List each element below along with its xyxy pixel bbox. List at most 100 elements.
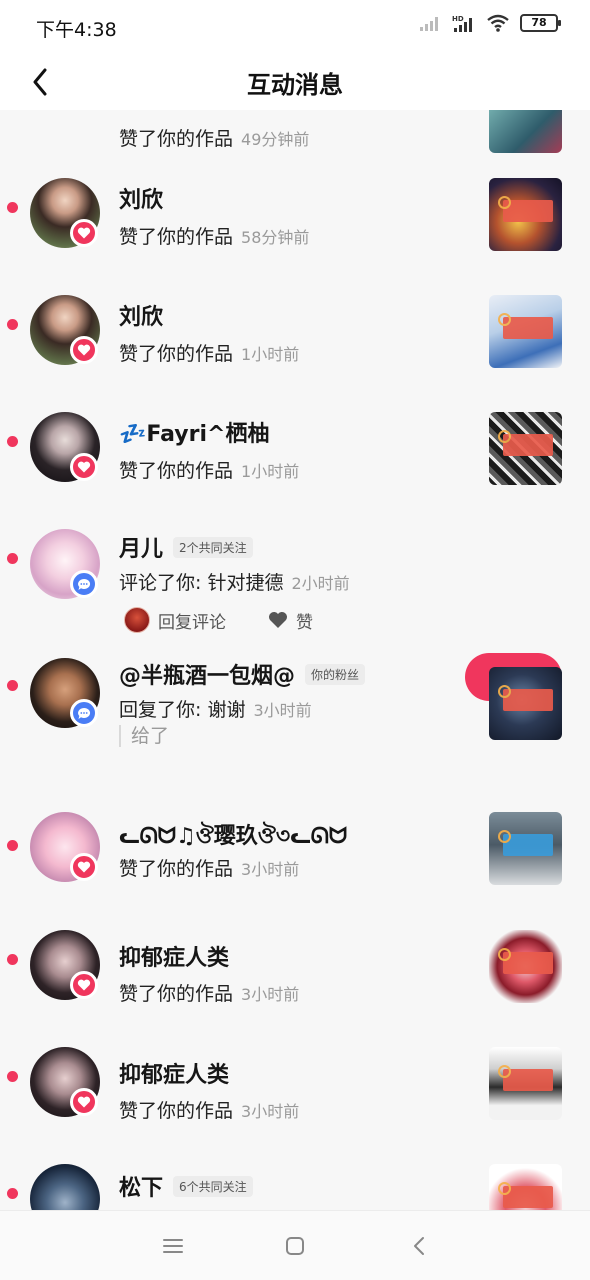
action-line: 赞了你的作品 1小时前 xyxy=(119,456,299,483)
action-text: 赞了你的作品 xyxy=(119,858,234,880)
comment-badge-icon xyxy=(70,699,98,727)
work-thumbnail[interactable] xyxy=(489,178,562,251)
reply-line: 回复评论 赞 xyxy=(124,607,313,633)
message-item[interactable]: ᓚᘏᗢ♫ঔ璎玖ঔ৩ᓚᘏᗢ 赞了你的作品 3小时前 xyxy=(0,802,590,902)
timestamp: 2小时前 xyxy=(291,574,350,593)
my-avatar xyxy=(124,607,150,633)
thumbnail-stamp xyxy=(498,1182,553,1208)
message-item[interactable]: 刘欣 赞了你的作品 1小时前 xyxy=(0,287,590,404)
timestamp: 3小时前 xyxy=(241,860,300,879)
user-name[interactable]: 刘欣 xyxy=(119,299,163,331)
menu-key[interactable] xyxy=(158,1231,188,1261)
action-text: 赞了你的作品 xyxy=(119,460,234,482)
name-line: 抑郁症人类 xyxy=(119,1057,229,1089)
unread-dot xyxy=(7,553,18,564)
user-name[interactable]: 💤Fayri^栖柚 xyxy=(119,416,269,448)
like-badge-icon xyxy=(70,971,98,999)
user-name[interactable]: 月儿 xyxy=(119,531,163,563)
message-item[interactable]: 💤Fayri^栖柚 赞了你的作品 1小时前 xyxy=(0,404,590,521)
like-comment-button[interactable]: 赞 xyxy=(268,608,313,633)
home-key[interactable] xyxy=(280,1231,310,1261)
comment-badge-icon xyxy=(70,570,98,598)
back-key[interactable] xyxy=(404,1231,434,1261)
name-line: 月儿 2个共同关注 xyxy=(119,531,253,563)
wifi-icon xyxy=(487,14,509,32)
thumbnail-stamp xyxy=(498,430,553,456)
like-badge-icon xyxy=(70,453,98,481)
message-list-viewport[interactable]: 赞了你的作品 49分钟前 刘欣 赞了你的作品 58分钟前 刘欣 赞了你的作品 1… xyxy=(0,110,590,1210)
system-nav-bar xyxy=(0,1210,590,1280)
work-thumbnail[interactable] xyxy=(489,110,562,153)
thumbnail-stamp xyxy=(498,948,553,974)
hd-signal-icon: HD xyxy=(452,15,472,32)
unread-dot xyxy=(7,1071,18,1082)
user-name[interactable]: 松下 xyxy=(119,1170,163,1202)
work-thumbnail[interactable] xyxy=(489,1164,562,1210)
work-thumbnail[interactable] xyxy=(489,412,562,485)
message-item[interactable]: 抑郁症人类 赞了你的作品 3小时前 xyxy=(0,1019,590,1136)
timestamp: 49分钟前 xyxy=(241,130,310,149)
unread-dot xyxy=(7,954,18,965)
name-line: 💤Fayri^栖柚 xyxy=(119,416,269,448)
message-item[interactable]: 刘欣 赞了你的作品 58分钟前 xyxy=(0,170,590,287)
unread-dot xyxy=(7,436,18,447)
user-name[interactable]: 刘欣 xyxy=(119,182,163,214)
nav-bar: 互动消息 xyxy=(0,54,590,110)
action-text: 赞了你的作品 xyxy=(119,226,234,248)
message-item[interactable]: 月儿 2个共同关注 评论了你: 针对捷德 2小时前 回复评论 赞 关注 xyxy=(0,521,590,701)
name-line: 抑郁症人类 xyxy=(119,940,229,972)
action-text: 评论了你: 针对捷德 xyxy=(119,572,284,594)
user-name[interactable]: 抑郁症人类 xyxy=(119,1057,229,1089)
home-square-icon xyxy=(286,1237,304,1255)
page-title: 互动消息 xyxy=(247,71,343,99)
reply-comment-button[interactable]: 回复评论 xyxy=(158,608,226,633)
user-name[interactable]: @半瓶酒一包烟@ xyxy=(119,658,295,690)
name-line: 刘欣 xyxy=(119,299,163,331)
unread-dot xyxy=(7,1188,18,1199)
action-line: 赞了你的作品 3小时前 xyxy=(119,1096,299,1123)
work-thumbnail[interactable] xyxy=(489,1047,562,1120)
name-line: 刘欣 xyxy=(119,182,163,214)
name-line: @半瓶酒一包烟@ 你的粉丝 xyxy=(119,658,366,690)
work-thumbnail[interactable] xyxy=(489,295,562,368)
mutual-follow-tag: 2个共同关注 xyxy=(173,536,253,558)
unread-dot xyxy=(7,840,18,851)
timestamp: 3小时前 xyxy=(241,1102,300,1121)
message-item[interactable]: 赞了你的作品 49分钟前 xyxy=(0,110,590,153)
unread-dot xyxy=(7,319,18,330)
back-triangle-icon xyxy=(414,1237,424,1255)
user-name[interactable]: ᓚᘏᗢ♫ঔ璎玖ঔ৩ᓚᘏᗢ xyxy=(119,818,347,856)
status-time: 下午4:38 xyxy=(36,19,117,41)
action-line: 评论了你: 针对捷德 2小时前 xyxy=(119,568,350,595)
user-name[interactable]: 抑郁症人类 xyxy=(119,940,229,972)
avatar[interactable] xyxy=(30,1164,100,1210)
mutual-follow-tag: 6个共同关注 xyxy=(173,1175,253,1197)
heart-icon xyxy=(269,612,287,628)
timestamp: 3小时前 xyxy=(241,985,300,1004)
thumbnail-stamp xyxy=(498,313,553,339)
like-badge-icon xyxy=(70,219,98,247)
action-line: 回复了你: 谢谢 3小时前 xyxy=(119,695,312,722)
message-item[interactable]: 松下 6个共同关注 xyxy=(0,1136,590,1210)
cellular-signal-icon xyxy=(420,17,438,31)
like-badge-icon xyxy=(70,1088,98,1116)
work-thumbnail[interactable] xyxy=(489,930,562,1003)
name-line: 松下 6个共同关注 xyxy=(119,1170,253,1202)
like-label: 赞 xyxy=(296,612,313,633)
message-item[interactable]: @半瓶酒一包烟@ 你的粉丝 回复了你: 谢谢 3小时前 给了 xyxy=(0,635,590,802)
thumbnail-stamp xyxy=(498,1065,553,1091)
battery-indicator: 78 xyxy=(520,14,561,32)
work-thumbnail[interactable] xyxy=(489,667,562,740)
action-line: 赞了你的作品 3小时前 xyxy=(119,854,299,881)
like-badge-icon xyxy=(70,336,98,364)
timestamp: 3小时前 xyxy=(253,701,312,720)
action-text: 赞了你的作品 xyxy=(119,128,234,150)
menu-icon xyxy=(163,1239,183,1253)
action-text: 赞了你的作品 xyxy=(119,983,234,1005)
fan-tag: 你的粉丝 xyxy=(305,663,366,685)
message-item[interactable]: 抑郁症人类 赞了你的作品 3小时前 xyxy=(0,902,590,1019)
work-thumbnail[interactable] xyxy=(489,812,562,885)
action-text: 赞了你的作品 xyxy=(119,1100,234,1122)
like-badge-icon xyxy=(70,853,98,881)
timestamp: 1小时前 xyxy=(241,462,300,481)
